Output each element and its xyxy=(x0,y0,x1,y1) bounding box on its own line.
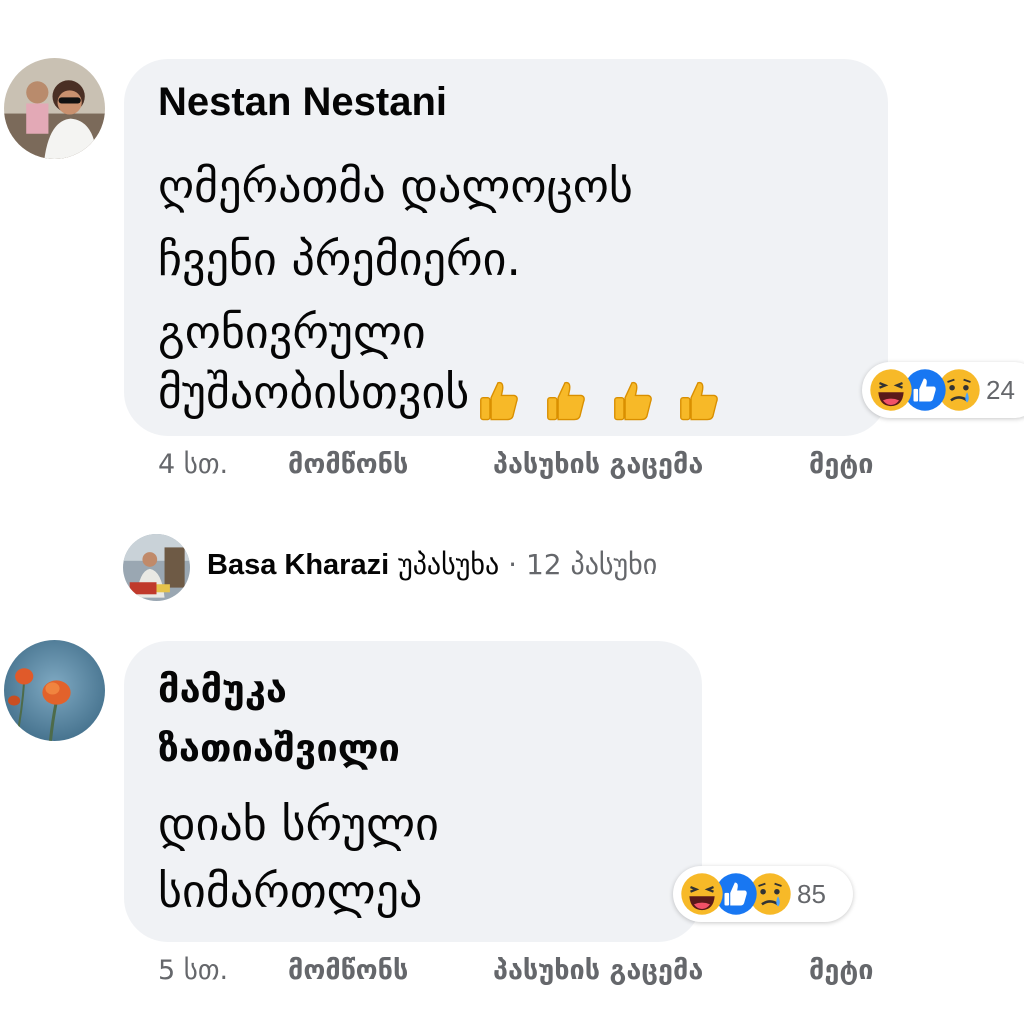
more-button[interactable]: მეტი xyxy=(809,449,873,480)
reply-verb: უპასუხა xyxy=(398,548,500,581)
reply-separator: · xyxy=(508,548,518,581)
avatar-mamuka-zatiashvili[interactable] xyxy=(4,640,105,741)
reaction-count: 24 xyxy=(986,374,1015,405)
comment-time[interactable]: 4 სთ. xyxy=(158,449,228,480)
comment-author[interactable]: Nestan Nestani xyxy=(158,80,447,125)
like-button[interactable]: მომწონს xyxy=(288,449,408,480)
haha-icon xyxy=(868,367,914,413)
reply-button[interactable]: პასუხის გაცემა xyxy=(493,449,703,480)
comment-actions: 4 სთ. მომწონს პასუხის გაცემა მეტი xyxy=(158,449,958,489)
avatar-basa-kharazi[interactable] xyxy=(123,534,190,601)
avatar-nestan-nestani[interactable] xyxy=(4,58,105,159)
thumbs-up-icon xyxy=(613,381,652,420)
comment-text-line: დიახ სრული xyxy=(158,797,439,851)
thumbs-up-icon xyxy=(546,381,585,420)
comment-text-line: სიმართლეა xyxy=(158,864,423,918)
reply-summary[interactable]: Basa Kharazi უპასუხა · 12 პასუხი xyxy=(207,548,657,582)
comment-actions: 5 სთ. მომწონს პასუხის გაცემა მეტი xyxy=(158,955,958,995)
thumbs-up-icon xyxy=(480,381,519,420)
reply-button[interactable]: პასუხის გაცემა xyxy=(493,955,703,986)
reaction-count: 85 xyxy=(797,878,826,909)
comment-author-line[interactable]: ზათიაშვილი xyxy=(158,717,400,779)
comment-text-line: მუშაობისთვის xyxy=(158,365,470,419)
comment-text-line: ღმერათმა დალოცოს xyxy=(158,159,633,213)
more-button[interactable]: მეტი xyxy=(809,955,873,986)
comment-time[interactable]: 5 სთ. xyxy=(158,955,228,986)
comment-author-line[interactable]: მამუკა xyxy=(158,658,287,720)
reaction-summary[interactable]: 24 xyxy=(862,362,1024,418)
like-button[interactable]: მომწონს xyxy=(288,955,408,986)
thumbs-up-emoji-group xyxy=(475,360,727,433)
comment-text-line-last: მუშაობისთვის xyxy=(158,356,727,433)
reply-author-name[interactable]: Basa Kharazi xyxy=(207,549,389,581)
comment-text-line: ჩვენი პრემიერი. xyxy=(158,232,522,286)
haha-icon xyxy=(679,871,725,917)
reaction-summary[interactable]: 85 xyxy=(673,866,853,922)
thumbs-up-icon xyxy=(680,381,719,420)
reply-count: 12 პასუხი xyxy=(525,548,658,581)
